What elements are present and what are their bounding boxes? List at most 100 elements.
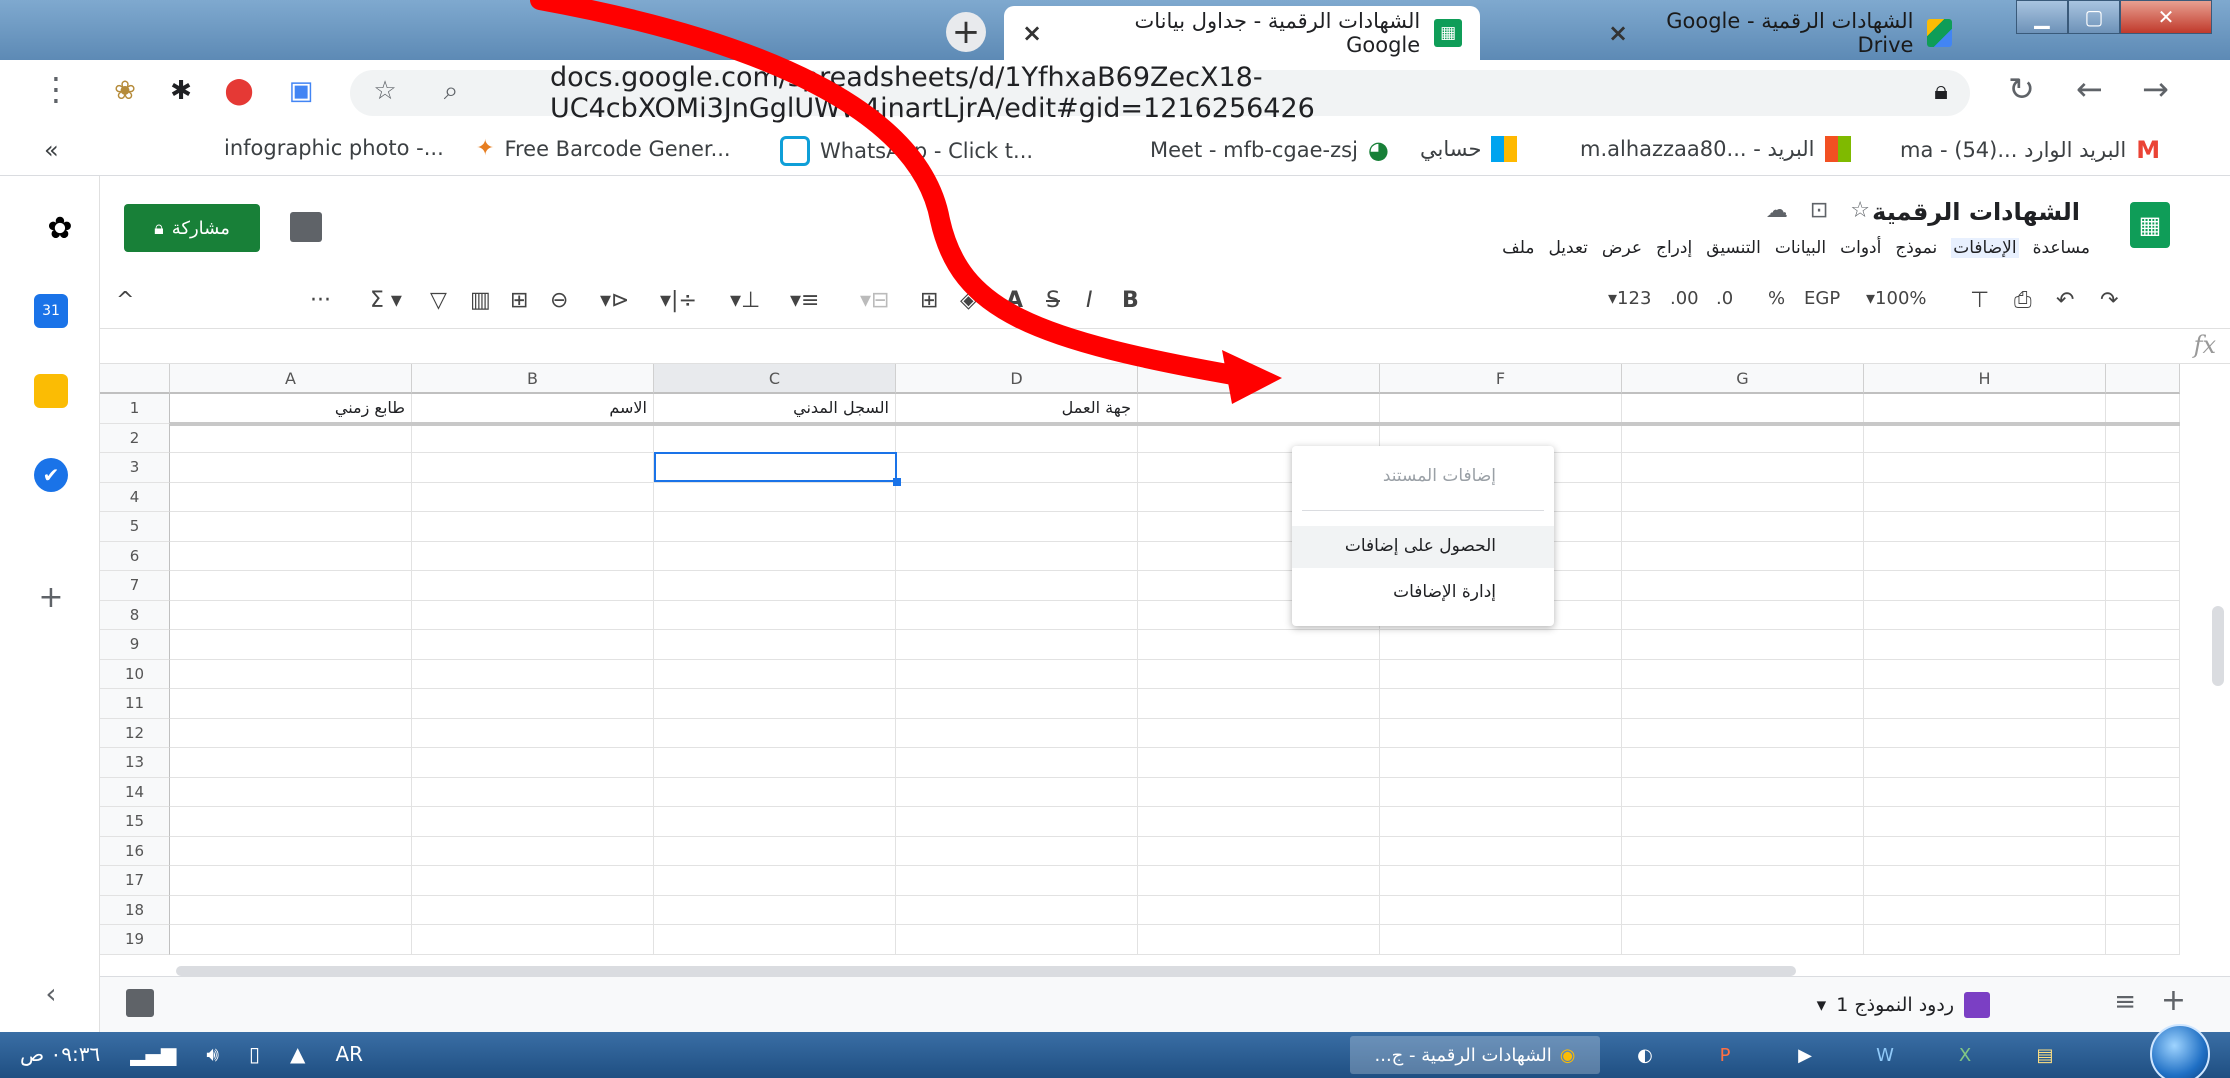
fill-color-icon[interactable]: ◈: [960, 288, 977, 313]
column-header[interactable]: B: [412, 364, 654, 394]
taskbar-chrome-window[interactable]: ◉ الشهادات الرقمية - ج...: [1350, 1036, 1600, 1074]
header-cell[interactable]: جهة العمل: [896, 394, 1138, 424]
frozen-row-divider[interactable]: [170, 422, 2180, 426]
grid-cell[interactable]: [170, 925, 412, 955]
tab-google-drive[interactable]: × الشهادات الرقمية - Google Drive: [1590, 6, 1970, 60]
grid-cell[interactable]: [170, 482, 412, 512]
grid-cell[interactable]: [1138, 895, 1380, 925]
grid-cell[interactable]: [412, 600, 654, 630]
new-tab-button[interactable]: +: [946, 12, 986, 52]
grid-cell[interactable]: [1622, 895, 1864, 925]
grid-cell[interactable]: [2106, 482, 2180, 512]
grid-cell[interactable]: [2106, 541, 2180, 571]
file-explorer-icon[interactable]: ▤: [2020, 1036, 2070, 1074]
grid-cell[interactable]: [2106, 512, 2180, 542]
paint-format-icon[interactable]: ⊤: [1970, 288, 1989, 313]
grid-cell[interactable]: [1622, 748, 1864, 778]
grid-cell[interactable]: [170, 689, 412, 719]
tab-google-sheets[interactable]: × الشهادات الرقمية - جداول بيانات Google…: [1004, 6, 1480, 60]
bookmark-my-account[interactable]: حسابي: [1420, 136, 1518, 162]
grid-cell[interactable]: [1380, 689, 1622, 719]
grid-cell[interactable]: [2106, 807, 2180, 837]
grid-cell[interactable]: [1622, 925, 1864, 955]
grid-cell[interactable]: [412, 423, 654, 453]
comment-history-icon[interactable]: [290, 212, 322, 242]
grid-cell[interactable]: [1138, 659, 1380, 689]
grid-cell[interactable]: [896, 689, 1138, 719]
grid-cell[interactable]: [1864, 748, 2106, 778]
collapse-panel-icon[interactable]: ‹: [34, 976, 68, 1010]
grid-cell[interactable]: [412, 866, 654, 896]
grid-cell[interactable]: [2106, 895, 2180, 925]
close-tab-icon[interactable]: ×: [1022, 19, 1042, 47]
grid-cell[interactable]: [412, 689, 654, 719]
grid-cell[interactable]: [1622, 394, 1864, 424]
grid-cell[interactable]: [2106, 689, 2180, 719]
row-header[interactable]: 15: [100, 807, 170, 837]
forward-icon[interactable]: →: [2142, 70, 2169, 108]
grid-cell[interactable]: [896, 659, 1138, 689]
grid-cell[interactable]: [1138, 836, 1380, 866]
translate-icon[interactable]: ▣: [284, 74, 318, 108]
sheets-logo-icon[interactable]: ▦: [2130, 202, 2170, 248]
close-tab-icon[interactable]: ×: [1608, 19, 1628, 47]
back-icon[interactable]: ←: [2076, 70, 2103, 108]
grid-cell[interactable]: [1622, 571, 1864, 601]
grid-cell[interactable]: [1864, 423, 2106, 453]
row-header[interactable]: 17: [100, 866, 170, 896]
grid-cell[interactable]: [1380, 895, 1622, 925]
grid-cell[interactable]: [412, 836, 654, 866]
grid-cell[interactable]: [896, 482, 1138, 512]
menu-file[interactable]: ملف: [1502, 238, 1534, 258]
grid-cell[interactable]: [1138, 777, 1380, 807]
column-header[interactable]: G: [1622, 364, 1864, 394]
close-window-icon[interactable]: ✕: [2120, 0, 2212, 34]
grid-cell[interactable]: [2106, 925, 2180, 955]
star-icon[interactable]: ☆: [1850, 198, 1870, 223]
increase-decimal-button[interactable]: .00: [1670, 288, 1699, 309]
volume-icon[interactable]: 🔊︎: [206, 1042, 219, 1066]
grid-cell[interactable]: [896, 453, 1138, 483]
grid-cell[interactable]: [1864, 600, 2106, 630]
grid-cell[interactable]: [654, 718, 896, 748]
grid-cell[interactable]: [896, 807, 1138, 837]
keep-icon[interactable]: [34, 374, 68, 408]
grid-cell[interactable]: [412, 571, 654, 601]
row-header[interactable]: 8: [100, 600, 170, 630]
menu-format[interactable]: التنسيق: [1706, 238, 1761, 258]
get-addons-item[interactable]: الحصول على إضافات: [1345, 536, 1496, 556]
menu-kebab-icon[interactable]: ⋮: [40, 70, 72, 108]
italic-icon[interactable]: I: [1086, 288, 1093, 313]
grid-cell[interactable]: [896, 895, 1138, 925]
bookmark-barcode[interactable]: ✦ Free Barcode Gener...: [476, 136, 731, 161]
grid-cell[interactable]: [412, 718, 654, 748]
grid-cell[interactable]: [412, 777, 654, 807]
grid-cell[interactable]: [654, 777, 896, 807]
reload-icon[interactable]: ↻: [2008, 70, 2035, 108]
grid-cell[interactable]: [896, 777, 1138, 807]
share-button[interactable]: مشاركة 🔒︎: [124, 204, 260, 252]
media-player-icon[interactable]: ▶: [1780, 1036, 1830, 1074]
grid-cell[interactable]: [412, 512, 654, 542]
grid-cell[interactable]: [1138, 718, 1380, 748]
grid-cell[interactable]: [654, 482, 896, 512]
decrease-decimal-button[interactable]: .0: [1716, 288, 1733, 309]
grid-cell[interactable]: [412, 807, 654, 837]
column-header[interactable]: D: [896, 364, 1138, 394]
search-icon[interactable]: ⌕: [434, 74, 468, 108]
bold-icon[interactable]: B: [1122, 288, 1139, 313]
grid-cell[interactable]: [896, 423, 1138, 453]
edge-icon[interactable]: ◐: [1620, 1036, 1670, 1074]
bookmark-infographic[interactable]: infographic photo -...: [224, 136, 444, 160]
grid-cell[interactable]: [1380, 866, 1622, 896]
row-header[interactable]: 3: [100, 453, 170, 483]
strikethrough-icon[interactable]: S: [1046, 288, 1060, 313]
sheet-tab[interactable]: ردود النموذج 1 ▾: [1817, 985, 1990, 1025]
grid-cell[interactable]: [2106, 600, 2180, 630]
grid-cell[interactable]: [654, 748, 896, 778]
grid-cell[interactable]: [654, 512, 896, 542]
grid-cell[interactable]: [170, 600, 412, 630]
grid-cell[interactable]: [1380, 925, 1622, 955]
url-omnibox[interactable]: docs.google.com/spreadsheets/d/1YfhxaB69…: [350, 62, 1970, 124]
grid-cell[interactable]: [1864, 571, 2106, 601]
